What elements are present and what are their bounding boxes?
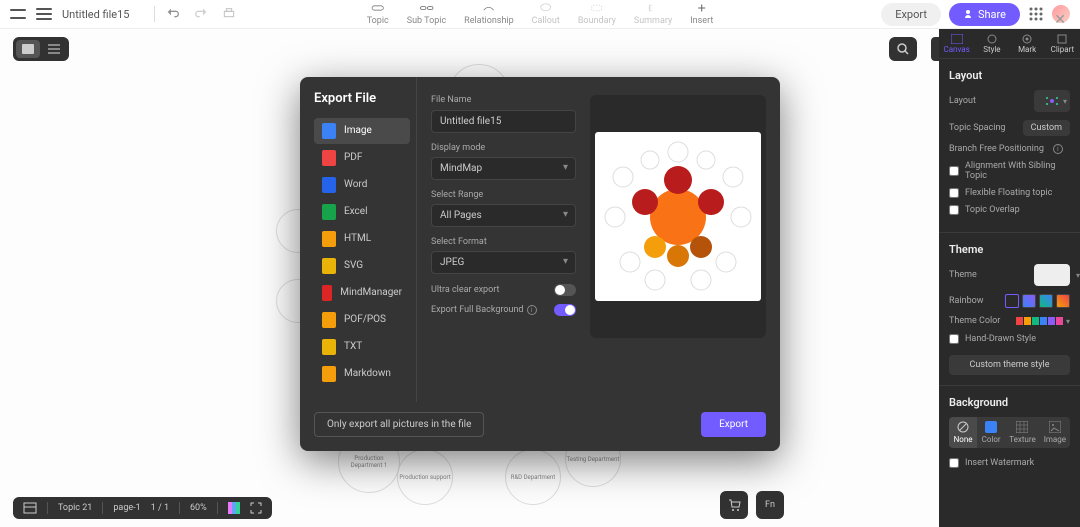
format-markdown[interactable]: Markdown bbox=[314, 361, 410, 387]
modal-export-button[interactable]: Export bbox=[701, 412, 766, 437]
format-pof/pos[interactable]: POF/POS bbox=[314, 307, 410, 333]
ultra-clear-label: Ultra clear export bbox=[431, 285, 499, 295]
info-icon[interactable]: i bbox=[527, 305, 537, 315]
export-modal: ✕ Export File ImagePDFWordExcelHTMLSVGMi… bbox=[300, 77, 780, 451]
format-excel[interactable]: Excel bbox=[314, 199, 410, 225]
preview-image bbox=[595, 132, 761, 301]
format-mindmanager[interactable]: MindManager bbox=[314, 280, 410, 306]
ultra-clear-toggle[interactable] bbox=[554, 284, 576, 296]
filename-input[interactable] bbox=[431, 110, 576, 133]
close-icon[interactable]: ✕ bbox=[1054, 12, 1066, 28]
export-options: File Name Display mode MindMap Select Ra… bbox=[416, 77, 590, 402]
format-svg[interactable]: SVG bbox=[314, 253, 410, 279]
format-html[interactable]: HTML bbox=[314, 226, 410, 252]
export-sidebar: Export File ImagePDFWordExcelHTMLSVGMind… bbox=[300, 77, 416, 402]
modal-title: Export File bbox=[314, 91, 410, 106]
modal-overlay: ✕ Export File ImagePDFWordExcelHTMLSVGMi… bbox=[0, 0, 1080, 527]
preview-pane bbox=[590, 77, 780, 402]
full-bg-label: Export Full Backgroundi bbox=[431, 305, 537, 315]
format-pdf[interactable]: PDF bbox=[314, 145, 410, 171]
format-label: Select Format bbox=[431, 237, 576, 247]
range-label: Select Range bbox=[431, 190, 576, 200]
format-word[interactable]: Word bbox=[314, 172, 410, 198]
format-txt[interactable]: TXT bbox=[314, 334, 410, 360]
range-select[interactable]: All Pages bbox=[431, 204, 576, 227]
format-image[interactable]: Image bbox=[314, 118, 410, 144]
only-pictures-button[interactable]: Only export all pictures in the file bbox=[314, 412, 484, 437]
format-select[interactable]: JPEG bbox=[431, 251, 576, 274]
filename-label: File Name bbox=[431, 95, 576, 105]
displaymode-label: Display mode bbox=[431, 143, 576, 153]
full-bg-toggle[interactable] bbox=[554, 304, 576, 316]
displaymode-select[interactable]: MindMap bbox=[431, 157, 576, 180]
